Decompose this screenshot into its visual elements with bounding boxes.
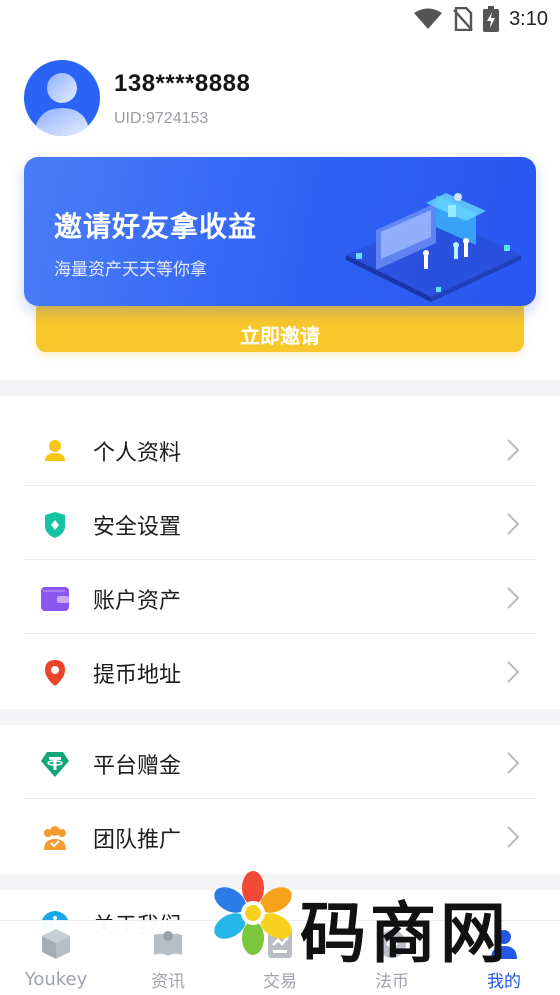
tab-label-news: 资讯 (151, 972, 185, 992)
invite-banner[interactable]: 邀请好友拿收益 海量资产天天等你拿 (24, 157, 536, 306)
chevron-right-icon (507, 587, 520, 609)
watermark-text: 码商网 (300, 895, 510, 972)
no-sim-icon (453, 7, 473, 31)
avatar[interactable] (24, 60, 100, 136)
chevron-right-icon (507, 513, 520, 535)
invite-now-label: 立即邀请 (240, 323, 320, 348)
person-icon (45, 440, 65, 461)
clock: 3:10 (509, 7, 548, 30)
tab-youkey[interactable]: Youkey (0, 921, 112, 995)
menu-label-security: 安全设置 (93, 515, 182, 540)
invite-now-button[interactable]: 立即邀请 (36, 300, 524, 352)
profile-section: 138****8888 UID:9724153 立即邀请 邀请好友拿收益 海量资… (0, 38, 560, 380)
menu-item-team-promotion[interactable]: 团队推广 (0, 799, 560, 873)
flower-logo-icon (214, 871, 292, 955)
menu-label-team-promotion: 团队推广 (93, 828, 182, 853)
watermark-logo: 码商网 (210, 870, 540, 972)
menu-item-profile[interactable]: 个人资料 (0, 412, 560, 486)
wallet-icon (41, 587, 69, 611)
user-phone: 138****8888 (114, 70, 251, 97)
tab-label-youkey: Youkey (24, 969, 88, 990)
chevron-right-icon (507, 661, 520, 683)
menu-group-account: 个人资料 安全设置 账户资产 提币地址 (0, 396, 560, 709)
tether-icon (41, 752, 69, 777)
menu-label-assets: 账户资产 (93, 589, 182, 614)
shield-icon (45, 512, 65, 538)
location-pin-icon (45, 660, 65, 686)
menu-item-platform-bonus[interactable]: 平台赠金 (0, 725, 560, 799)
menu-item-withdraw-address[interactable]: 提币地址 (0, 634, 560, 708)
chevron-right-icon (507, 826, 520, 848)
menu-label-withdraw-address: 提币地址 (93, 663, 182, 688)
chevron-right-icon (507, 439, 520, 461)
chevron-right-icon (507, 752, 520, 774)
cube-icon (42, 929, 70, 959)
wifi-icon (414, 8, 443, 29)
banner-subtitle: 海量资产天天等你拿 (54, 260, 207, 280)
user-uid: UID:9724153 (114, 110, 209, 127)
menu-label-platform-bonus: 平台赠金 (93, 754, 182, 779)
banner-title: 邀请好友拿收益 (54, 210, 258, 243)
menu-label-profile: 个人资料 (93, 441, 182, 466)
menu-item-security[interactable]: 安全设置 (0, 486, 560, 560)
tab-news[interactable]: 资讯 (112, 921, 224, 995)
team-icon (44, 826, 66, 850)
battery-charging-icon (483, 6, 500, 32)
menu-item-assets[interactable]: 账户资产 (0, 560, 560, 634)
news-icon (154, 931, 182, 956)
menu-group-rewards: 平台赠金 团队推广 (0, 725, 560, 874)
isometric-office-illustration (346, 193, 521, 302)
avatar-user-icon (34, 73, 90, 136)
status-bar: 3:10 (0, 0, 560, 38)
